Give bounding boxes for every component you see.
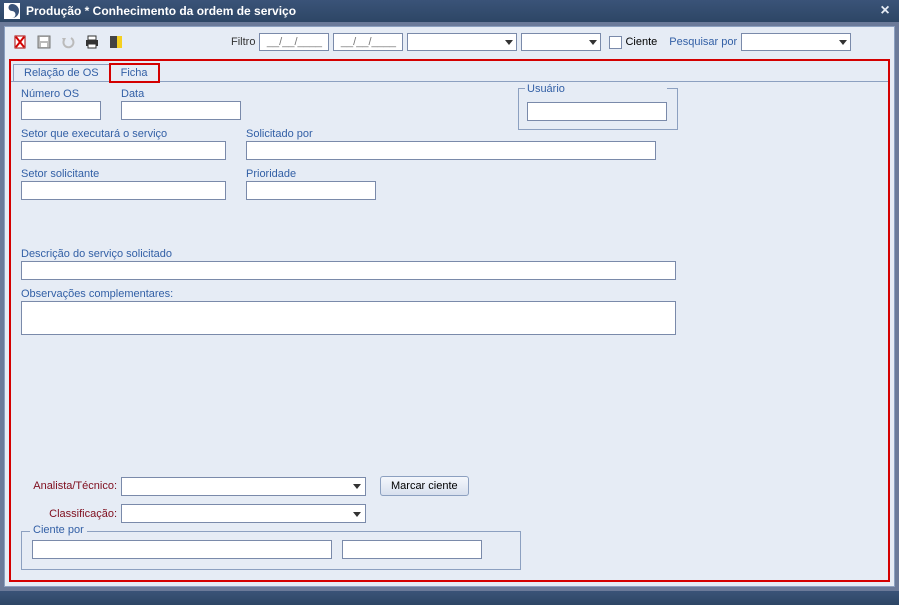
undo-icon[interactable] [59, 33, 77, 51]
close-icon[interactable]: × [875, 2, 895, 20]
ciente-checkbox[interactable] [609, 36, 622, 49]
setor-solic-input[interactable] [21, 181, 226, 200]
solicitado-por-input[interactable] [246, 141, 656, 160]
print-icon[interactable] [83, 33, 101, 51]
analista-select[interactable] [121, 477, 366, 496]
ciente-por-label: Ciente por [30, 524, 87, 536]
cancel-icon[interactable] [11, 33, 29, 51]
titlebar: Produção * Conhecimento da ordem de serv… [0, 0, 899, 22]
save-icon[interactable] [35, 33, 53, 51]
descricao-input[interactable] [21, 261, 676, 280]
marcar-ciente-button[interactable]: Marcar ciente [380, 476, 469, 496]
filtro-date-to[interactable] [333, 33, 403, 51]
ciente-por-nome-input[interactable] [32, 540, 332, 559]
obs-label: Observações complementares: [21, 288, 878, 300]
ciente-por-data-input[interactable] [342, 540, 482, 559]
window-title: Produção * Conhecimento da ordem de serv… [26, 4, 296, 18]
app-icon [4, 3, 20, 19]
data-label: Data [121, 88, 241, 100]
ciente-checkbox-label: Ciente [625, 36, 657, 48]
ficha-panel: Número OS Data Usuário Setor que executa… [11, 81, 888, 580]
setor-exec-input[interactable] [21, 141, 226, 160]
pesquisar-label: Pesquisar por [669, 36, 737, 48]
classificacao-select[interactable] [121, 504, 366, 523]
setor-exec-label: Setor que executará o serviço [21, 128, 226, 140]
tab-ficha[interactable]: Ficha [110, 64, 159, 82]
obs-textarea[interactable] [21, 301, 676, 335]
usuario-input[interactable] [527, 102, 667, 121]
filtro-combo-2[interactable] [521, 33, 601, 51]
filtro-date-from[interactable] [259, 33, 329, 51]
ciente-por-group: Ciente por [21, 531, 521, 570]
classificacao-label: Classificação: [21, 508, 121, 520]
descricao-label: Descrição do serviço solicitado [21, 248, 878, 260]
filtro-label: Filtro [231, 36, 255, 48]
pesquisar-combo[interactable] [741, 33, 851, 51]
prioridade-label: Prioridade [246, 168, 376, 180]
toolbar: Filtro Ciente Pesquisar por [5, 27, 894, 57]
setor-solic-label: Setor solicitante [21, 168, 226, 180]
prioridade-input[interactable] [246, 181, 376, 200]
usuario-label: Usuário [525, 83, 667, 95]
analista-label: Analista/Técnico: [21, 480, 121, 492]
tab-container: Relação de OS Ficha Número OS Data Usuár… [9, 59, 890, 582]
exit-icon[interactable] [107, 33, 125, 51]
data-input[interactable] [121, 101, 241, 120]
usuario-group: Usuário [518, 88, 678, 130]
tab-relacao-os[interactable]: Relação de OS [13, 64, 110, 82]
numero-os-input[interactable] [21, 101, 101, 120]
window-bottom-bar [0, 591, 899, 605]
numero-os-label: Número OS [21, 88, 101, 100]
filtro-combo-1[interactable] [407, 33, 517, 51]
